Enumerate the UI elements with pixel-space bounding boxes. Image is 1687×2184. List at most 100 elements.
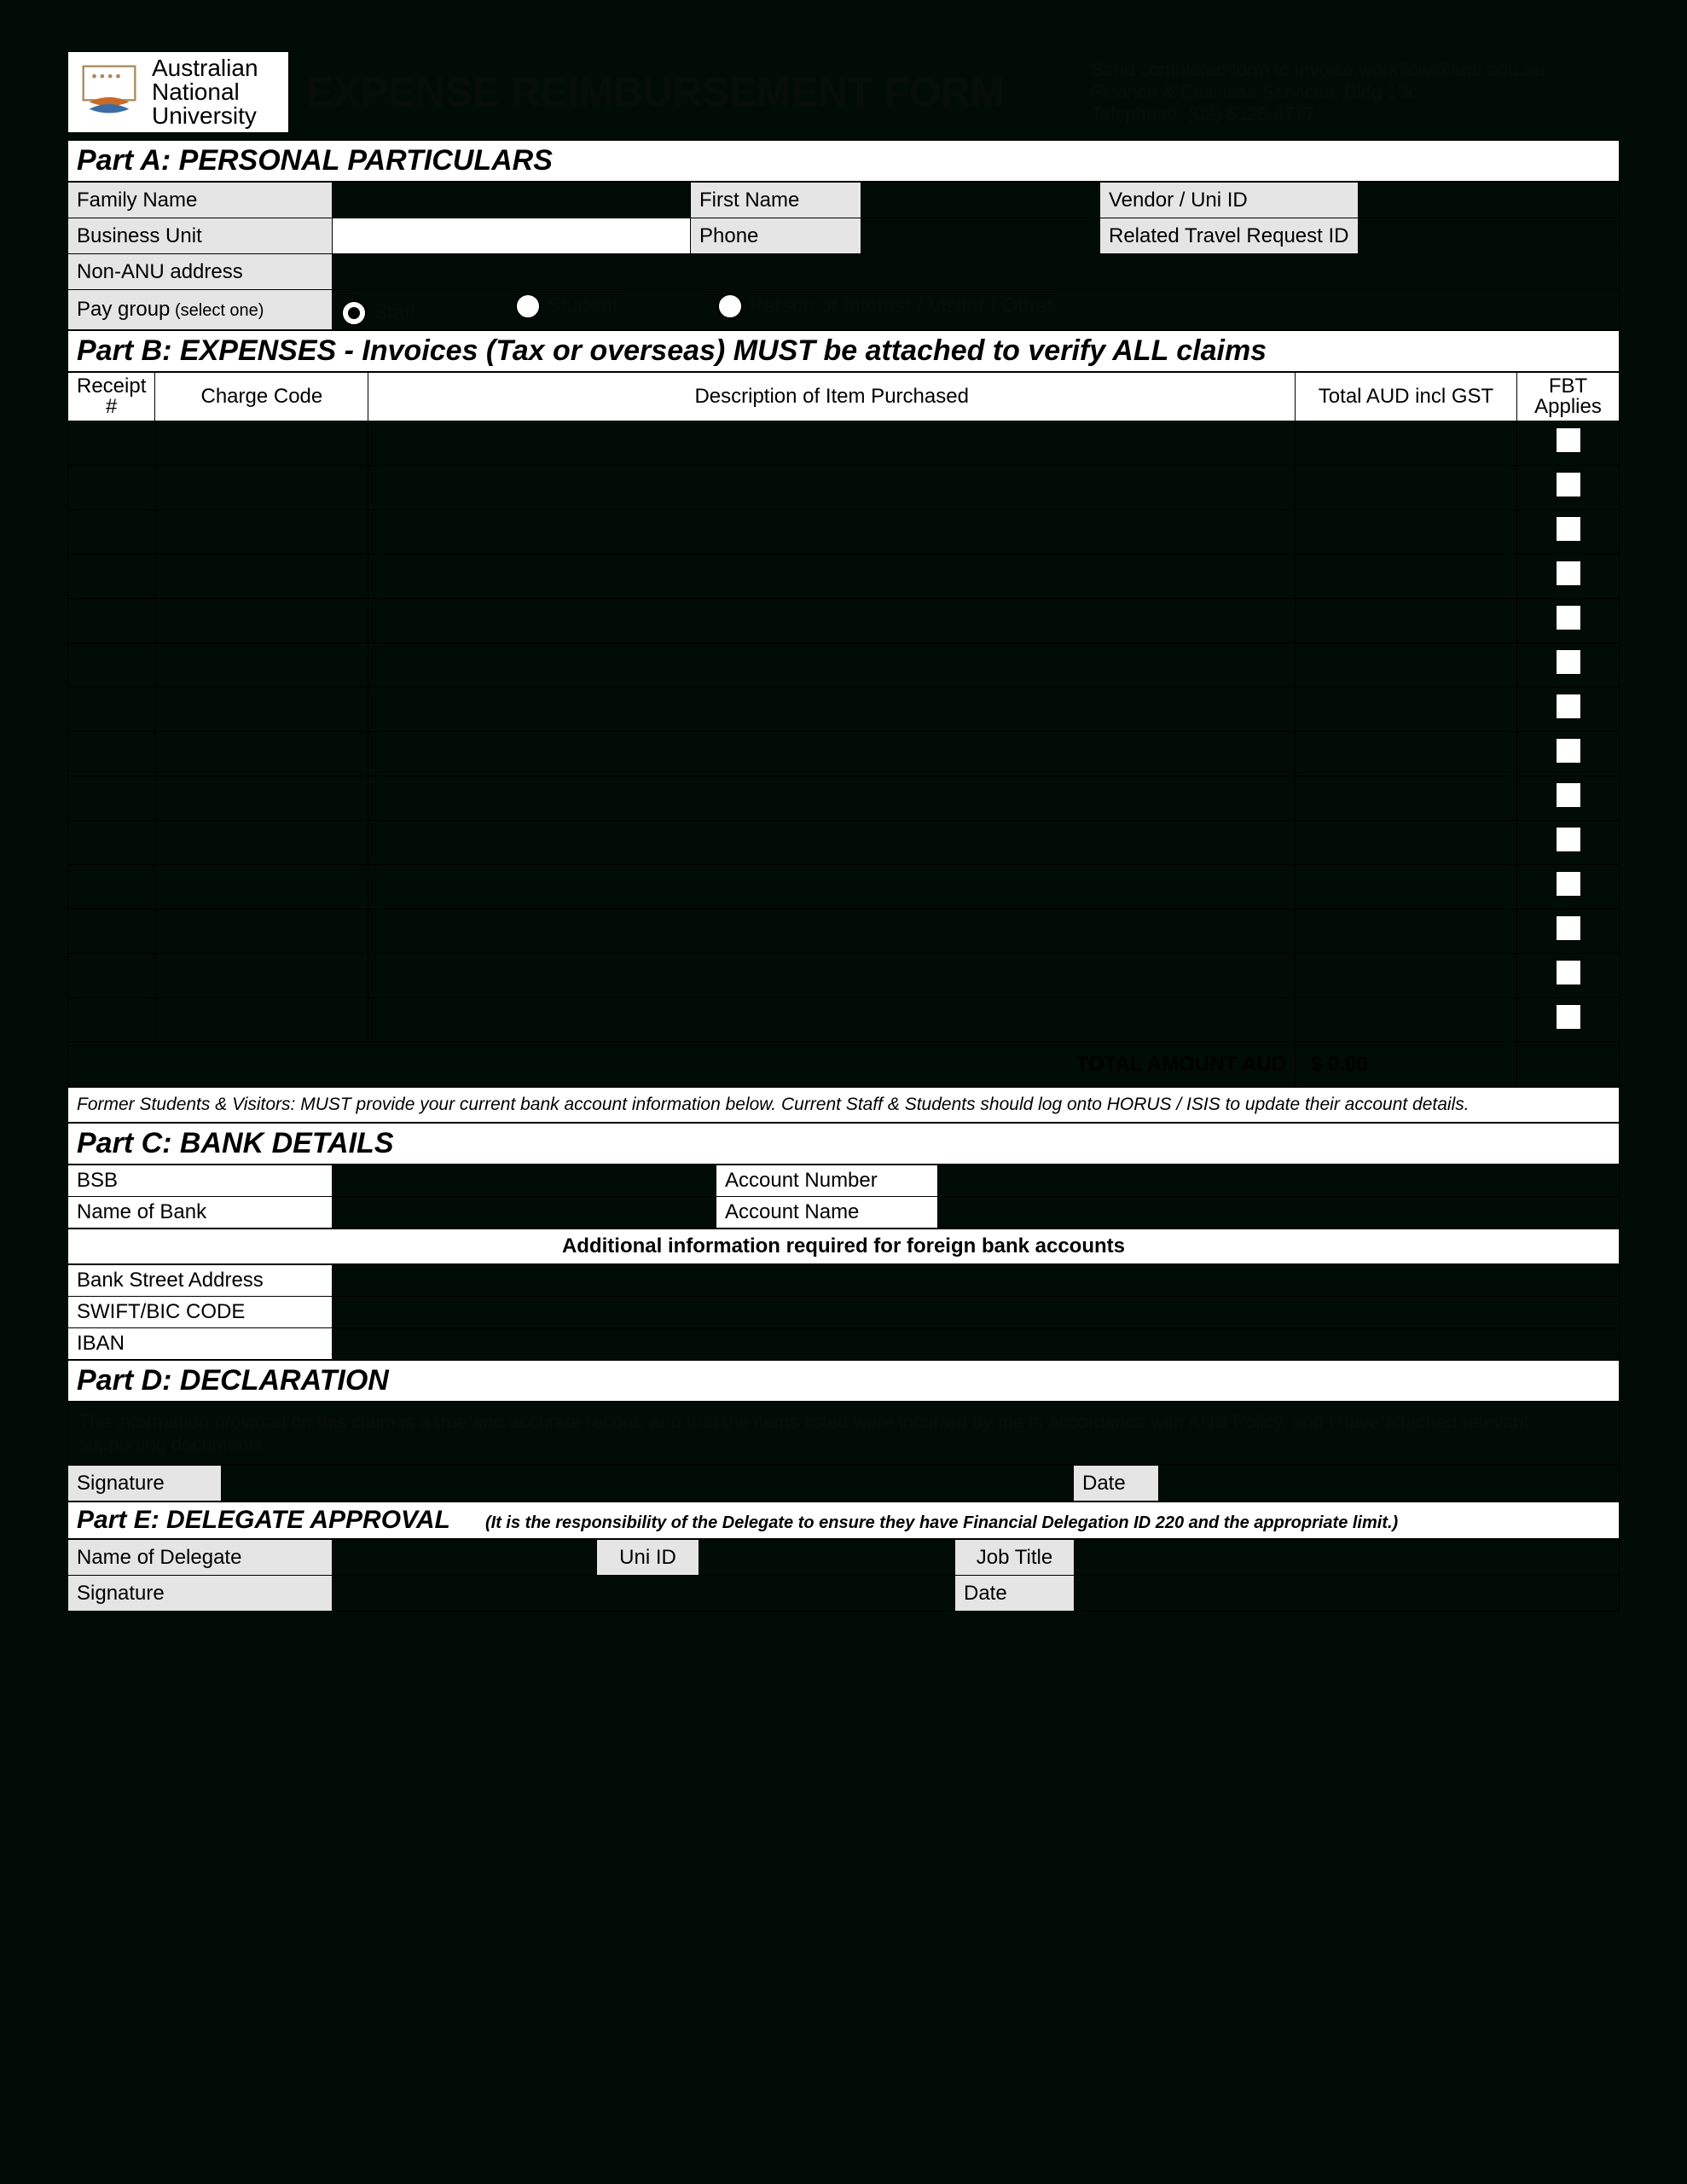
input-date[interactable] <box>1159 1466 1620 1502</box>
radio-other[interactable]: Person of Interest / Visitor / Other <box>717 293 1053 319</box>
checkbox-icon[interactable] <box>1556 827 1581 852</box>
cell-fbt[interactable] <box>1517 865 1620 909</box>
checkbox-icon[interactable] <box>1556 871 1581 897</box>
cell-desc[interactable] <box>368 421 1296 466</box>
checkbox-icon[interactable] <box>1556 649 1581 675</box>
checkbox-icon[interactable] <box>1556 960 1581 985</box>
cell-fbt[interactable] <box>1517 466 1620 510</box>
input-bank-addr[interactable] <box>333 1265 1620 1297</box>
cell-charge[interactable] <box>155 954 368 998</box>
checkbox-icon[interactable] <box>1556 472 1581 497</box>
cell-charge[interactable] <box>155 998 368 1043</box>
input-delegate-date[interactable] <box>1075 1576 1620 1612</box>
cell-fbt[interactable] <box>1517 555 1620 599</box>
radio-staff[interactable]: Staff <box>341 300 415 326</box>
input-delegate-signature[interactable] <box>333 1576 955 1612</box>
cell-total[interactable] <box>1296 688 1517 732</box>
cell-fbt[interactable] <box>1517 643 1620 688</box>
cell-receipt[interactable] <box>68 466 155 510</box>
cell-desc[interactable] <box>368 643 1296 688</box>
cell-receipt[interactable] <box>68 821 155 865</box>
cell-charge[interactable] <box>155 821 368 865</box>
cell-charge[interactable] <box>155 421 368 466</box>
cell-desc[interactable] <box>368 510 1296 555</box>
cell-desc[interactable] <box>368 821 1296 865</box>
input-signature[interactable] <box>222 1466 1074 1502</box>
cell-total[interactable] <box>1296 643 1517 688</box>
cell-fbt[interactable] <box>1517 821 1620 865</box>
cell-desc[interactable] <box>368 688 1296 732</box>
checkbox-icon[interactable] <box>1556 694 1581 719</box>
cell-receipt[interactable] <box>68 555 155 599</box>
cell-total[interactable] <box>1296 776 1517 821</box>
input-bsb[interactable] <box>333 1165 716 1197</box>
cell-desc[interactable] <box>368 732 1296 776</box>
cell-fbt[interactable] <box>1517 998 1620 1043</box>
cell-total[interactable] <box>1296 421 1517 466</box>
cell-receipt[interactable] <box>68 865 155 909</box>
input-delegate-name[interactable] <box>333 1540 597 1576</box>
input-phone[interactable] <box>861 218 1100 254</box>
cell-receipt[interactable] <box>68 954 155 998</box>
cell-fbt[interactable] <box>1517 776 1620 821</box>
cell-charge[interactable] <box>155 643 368 688</box>
input-account-number[interactable] <box>938 1165 1620 1197</box>
cell-desc[interactable] <box>368 954 1296 998</box>
input-swift[interactable] <box>333 1297 1620 1328</box>
cell-total[interactable] <box>1296 821 1517 865</box>
input-uni-id[interactable] <box>699 1540 955 1576</box>
checkbox-icon[interactable] <box>1556 427 1581 453</box>
cell-desc[interactable] <box>368 776 1296 821</box>
cell-receipt[interactable] <box>68 688 155 732</box>
cell-receipt[interactable] <box>68 909 155 954</box>
checkbox-icon[interactable] <box>1556 782 1581 808</box>
radio-student[interactable]: Student <box>515 293 618 319</box>
cell-charge[interactable] <box>155 510 368 555</box>
cell-desc[interactable] <box>368 909 1296 954</box>
checkbox-icon[interactable] <box>1556 738 1581 764</box>
cell-fbt[interactable] <box>1517 599 1620 643</box>
input-iban[interactable] <box>333 1328 1620 1360</box>
cell-charge[interactable] <box>155 599 368 643</box>
input-vendor[interactable] <box>1358 183 1620 218</box>
input-job-title[interactable] <box>1075 1540 1620 1576</box>
cell-total[interactable] <box>1296 732 1517 776</box>
checkbox-icon[interactable] <box>1556 561 1581 586</box>
cell-total[interactable] <box>1296 998 1517 1043</box>
cell-desc[interactable] <box>368 555 1296 599</box>
cell-receipt[interactable] <box>68 998 155 1043</box>
checkbox-icon[interactable] <box>1556 605 1581 630</box>
cell-receipt[interactable] <box>68 421 155 466</box>
cell-total[interactable] <box>1296 909 1517 954</box>
cell-total[interactable] <box>1296 510 1517 555</box>
cell-charge[interactable] <box>155 865 368 909</box>
input-business-unit[interactable] <box>333 218 691 254</box>
cell-charge[interactable] <box>155 909 368 954</box>
cell-charge[interactable] <box>155 466 368 510</box>
cell-total[interactable] <box>1296 555 1517 599</box>
input-name-of-bank[interactable] <box>333 1197 716 1228</box>
cell-total[interactable] <box>1296 466 1517 510</box>
cell-charge[interactable] <box>155 732 368 776</box>
cell-charge[interactable] <box>155 688 368 732</box>
cell-desc[interactable] <box>368 599 1296 643</box>
cell-fbt[interactable] <box>1517 421 1620 466</box>
input-account-name[interactable] <box>938 1197 1620 1228</box>
cell-total[interactable] <box>1296 865 1517 909</box>
input-travel-id[interactable] <box>1358 218 1620 254</box>
checkbox-icon[interactable] <box>1556 516 1581 542</box>
cell-desc[interactable] <box>368 865 1296 909</box>
cell-fbt[interactable] <box>1517 954 1620 998</box>
cell-receipt[interactable] <box>68 643 155 688</box>
cell-charge[interactable] <box>155 776 368 821</box>
cell-total[interactable] <box>1296 599 1517 643</box>
cell-receipt[interactable] <box>68 510 155 555</box>
cell-receipt[interactable] <box>68 599 155 643</box>
cell-desc[interactable] <box>368 998 1296 1043</box>
checkbox-icon[interactable] <box>1556 1004 1581 1030</box>
cell-receipt[interactable] <box>68 732 155 776</box>
cell-fbt[interactable] <box>1517 909 1620 954</box>
input-first-name[interactable] <box>861 183 1100 218</box>
cell-fbt[interactable] <box>1517 510 1620 555</box>
cell-charge[interactable] <box>155 555 368 599</box>
